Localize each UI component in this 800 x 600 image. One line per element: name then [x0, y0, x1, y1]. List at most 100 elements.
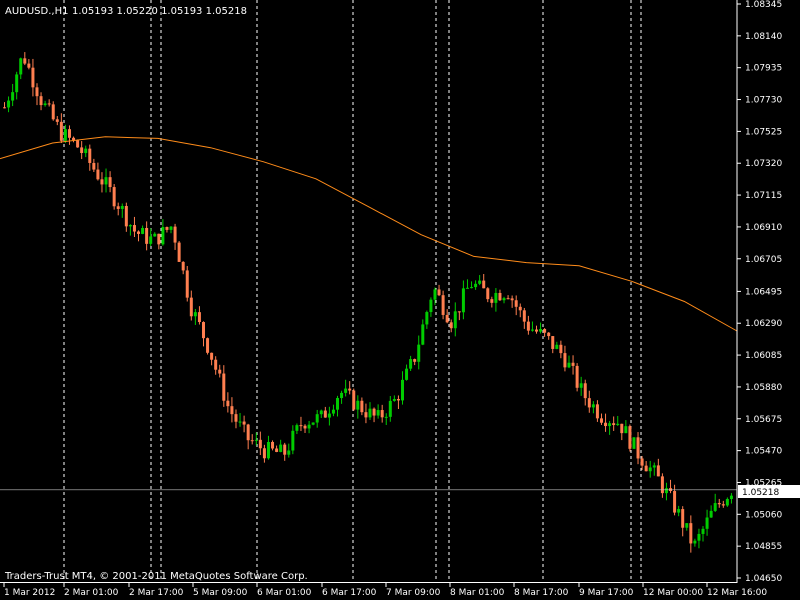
candle-body: [429, 299, 433, 313]
candle-body: [291, 430, 295, 451]
price-tick-label: 1.07525: [745, 127, 782, 137]
candle-body: [697, 533, 701, 541]
candle-body: [206, 338, 210, 353]
candle-body: [689, 523, 693, 544]
candle-body: [368, 408, 372, 418]
price-chart: 1.08345 1.08140 1.07935 1.07730 1.07525 1.073…: [0, 0, 800, 600]
candle-body: [246, 424, 250, 441]
time-tick-label: 1 Mar 2012: [4, 588, 55, 598]
candle-body: [116, 206, 120, 209]
candle-body: [616, 423, 620, 426]
price-tick-label: 1.06290: [745, 319, 782, 329]
candle-body: [514, 300, 518, 307]
candle-body: [660, 476, 664, 494]
price-tick-label: 1.04650: [745, 574, 782, 584]
candle-body: [437, 289, 441, 296]
candle-body: [315, 414, 319, 423]
candle-body: [35, 87, 39, 97]
price-tick-label: 1.05880: [745, 383, 782, 393]
candle-body: [652, 465, 656, 468]
candle-body: [230, 406, 234, 415]
candle-body: [494, 292, 498, 303]
candle-body: [141, 227, 145, 234]
candle-body: [713, 503, 717, 511]
candle-body: [120, 205, 124, 209]
candle-body: [283, 444, 287, 455]
candle-body: [76, 140, 80, 148]
candle-body: [563, 353, 567, 368]
candle-body: [392, 398, 396, 401]
candle-body: [486, 288, 490, 300]
candle-body: [266, 441, 270, 459]
candle-body: [685, 523, 689, 528]
candle-body: [591, 404, 595, 408]
candle-body: [612, 423, 616, 426]
candle-body: [364, 412, 368, 418]
candle-body: [7, 100, 11, 108]
candle-body: [632, 437, 636, 449]
candle-body: [583, 383, 587, 399]
candle-body: [482, 280, 486, 289]
candle-body: [543, 329, 547, 333]
candle-body: [465, 287, 469, 289]
candle-body: [648, 467, 652, 472]
time-tick-label: 2 Mar 17:00: [129, 588, 184, 598]
candle-body: [575, 365, 579, 388]
candle-body: [587, 398, 591, 408]
price-tick-label: 1.08345: [745, 0, 782, 10]
candle-body: [461, 288, 465, 313]
candle-body: [400, 379, 404, 401]
candle-body: [234, 414, 238, 422]
time-tick-label: 6 Mar 17:00: [322, 588, 377, 598]
candle-body: [413, 359, 417, 362]
candle-body: [336, 398, 340, 410]
candle-body: [279, 444, 283, 452]
time-tick-label: 12 Mar 00:00: [643, 588, 703, 598]
candle-body: [644, 465, 648, 472]
candle-body: [15, 74, 19, 93]
candle-body: [376, 410, 380, 416]
candle-body: [453, 311, 457, 329]
candle-body: [218, 369, 222, 374]
candle-body: [319, 410, 323, 415]
candle-body: [474, 283, 478, 288]
candle-body: [681, 509, 685, 528]
candle-body: [3, 107, 6, 109]
candle-body: [287, 450, 291, 455]
time-tick-label: 8 Mar 17:00: [514, 588, 569, 598]
candle-body: [307, 424, 311, 429]
candle-body: [145, 227, 149, 244]
candle-body: [470, 287, 474, 289]
time-tick-label: 8 Mar 01:00: [450, 588, 505, 598]
price-tick-label: 1.06085: [745, 351, 782, 361]
candle-body: [608, 423, 612, 427]
candle-body: [271, 441, 275, 449]
candle-body: [47, 103, 51, 105]
time-tick-label: 7 Mar 09:00: [386, 588, 441, 598]
candle-body: [502, 298, 506, 301]
candle-body: [628, 426, 632, 449]
candle-body: [84, 148, 88, 154]
candle-body: [396, 398, 400, 401]
candle-body: [311, 422, 315, 425]
candle-body: [717, 503, 721, 505]
candle-body: [535, 329, 539, 332]
candle-body: [19, 58, 23, 75]
candle-body: [559, 344, 563, 354]
candle-body: [571, 362, 575, 366]
candle-body: [100, 179, 104, 185]
candle-body: [356, 400, 360, 410]
candle-body: [132, 225, 136, 232]
candle-body: [640, 458, 644, 466]
candle-body: [595, 404, 599, 419]
candle-body: [39, 96, 43, 106]
candle-body: [63, 129, 67, 141]
chart-ohlc-values: 1.05193 1.05220 1.05193 1.05218: [72, 6, 247, 17]
candle-body: [506, 298, 510, 300]
copyright-text: Traders-Trust MT4, © 2001-2011 MetaQuote…: [4, 571, 308, 582]
candle-body: [214, 359, 218, 370]
time-tick-label: 5 Mar 09:00: [193, 588, 248, 598]
candle-body: [55, 119, 59, 122]
candle-body: [327, 413, 331, 418]
candle-body: [331, 409, 335, 414]
